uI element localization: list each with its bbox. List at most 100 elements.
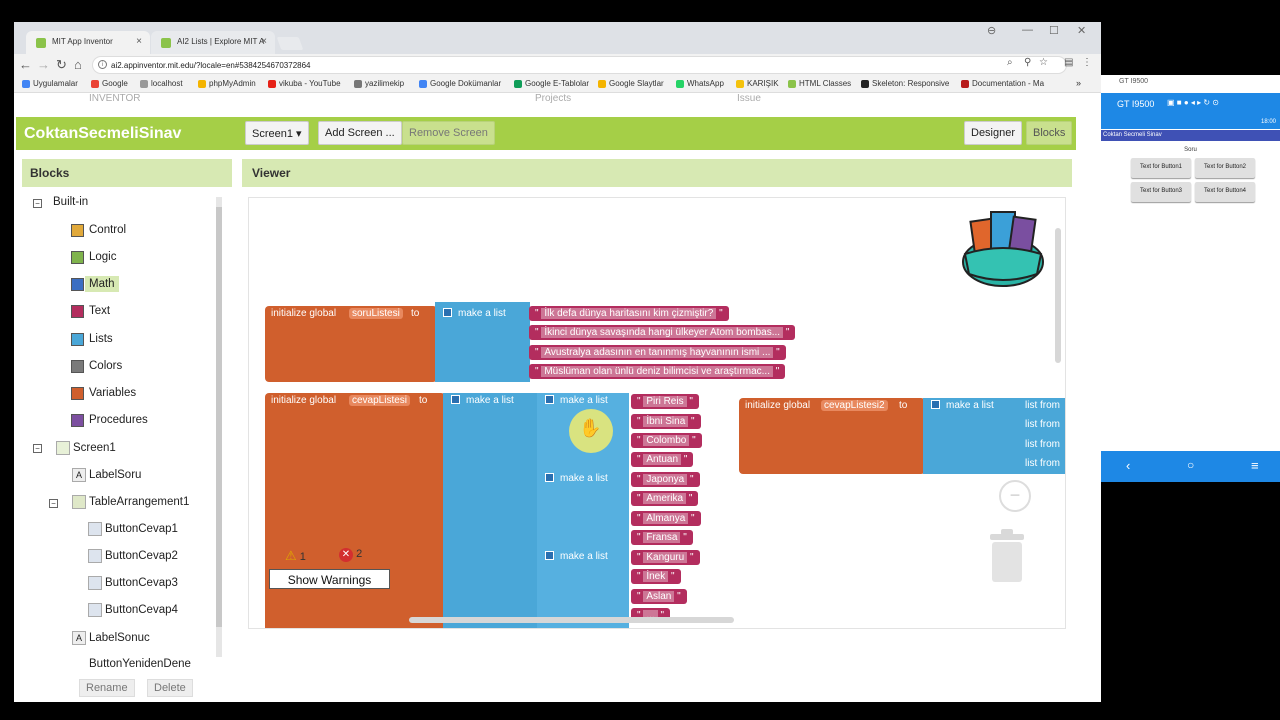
tree-logic[interactable]: Logic — [71, 251, 117, 264]
workspace-vscrollbar[interactable] — [1055, 228, 1061, 363]
bookmark-item[interactable]: Google E-Tablolar — [514, 79, 589, 88]
back-icon[interactable]: ← — [19, 57, 32, 72]
make-list-block[interactable]: make a list — [443, 393, 539, 628]
bookmark-item[interactable]: phpMyAdmin — [198, 79, 256, 88]
answer-text[interactable]: İnek — [643, 571, 669, 582]
forward-icon[interactable]: → — [37, 57, 50, 72]
bookmark-item[interactable]: Google Dokümanlar — [419, 79, 501, 88]
text-block[interactable]: " Amerika " — [631, 491, 699, 506]
star-icon[interactable]: ☆ — [1039, 57, 1048, 68]
tree-labelsonuc[interactable]: A LabelSonuc — [72, 631, 150, 645]
minimize-icon[interactable]: — — [1022, 24, 1033, 36]
text-block[interactable]: " Fransa " — [631, 530, 693, 545]
home-nav-icon[interactable]: ○ — [1187, 458, 1194, 472]
text-block[interactable]: " İnek " — [631, 569, 681, 584]
tab-ai2-lists[interactable]: AI2 Lists | Explore MIT A × — [151, 31, 275, 54]
init-global-cevap-block[interactable]: initialize global cevapListesi to — [265, 393, 445, 628]
tree-builtin[interactable]: Built-in — [53, 196, 88, 208]
extension-icon[interactable]: ▤ — [1064, 57, 1073, 68]
answer-text[interactable]: İbni Sina — [643, 416, 689, 427]
warning-indicator[interactable]: ⚠ 1 — [285, 548, 306, 564]
tree-text[interactable]: Text — [71, 305, 110, 318]
init-global-cevap2-block[interactable]: initialize global cevapListesi2 to — [739, 398, 925, 474]
mutator-gear-icon[interactable] — [545, 551, 554, 560]
bookmark-item[interactable]: Google Slaytlar — [598, 79, 664, 88]
text-block[interactable]: " İlk defa dünya haritasını kim çizmişti… — [529, 306, 729, 321]
answer-button-3[interactable]: Text for Button3 — [1131, 182, 1191, 202]
question-text[interactable]: Müslüman olan ünlü deniz bilimcisi ve ar… — [541, 366, 773, 377]
emulator-controls-icon[interactable]: ▣ ■ ● ◂ ▸ ↻ ⊙ — [1167, 98, 1219, 107]
close-tab-icon[interactable]: × — [136, 36, 142, 47]
var-name-field[interactable]: soruListesi — [349, 308, 403, 319]
more-bookmarks-icon[interactable]: » — [1076, 78, 1081, 88]
mutator-gear-icon[interactable] — [451, 395, 460, 404]
text-block[interactable]: " Aslan " — [631, 589, 687, 604]
tree-screen1[interactable]: Screen1 — [56, 441, 116, 455]
answer-text[interactable]: Colombo — [643, 435, 690, 446]
bookmark-item[interactable]: Documentation - Ma — [961, 79, 1044, 88]
bookmark-item[interactable]: Google — [91, 79, 128, 88]
menu-icon[interactable]: ⋮ — [1082, 57, 1092, 68]
designer-button[interactable]: Designer — [964, 121, 1023, 145]
tree-variables[interactable]: Variables — [71, 387, 136, 400]
text-block[interactable]: " Colombo " — [631, 433, 702, 448]
text-block[interactable]: " Almanya " — [631, 511, 701, 526]
answer-text[interactable]: Kanguru — [643, 552, 688, 563]
tree-math[interactable]: Math — [71, 276, 119, 292]
var-name-field[interactable]: cevapListesi2 — [821, 400, 888, 411]
maximize-icon[interactable]: ☐ — [1049, 24, 1059, 37]
backpack-icon[interactable] — [957, 204, 1047, 290]
mutator-gear-icon[interactable] — [931, 400, 940, 409]
screen-select-button[interactable]: Screen1 ▾ — [245, 121, 309, 145]
text-block[interactable]: " Kanguru " — [631, 550, 700, 565]
tree-lists[interactable]: Lists — [71, 333, 113, 346]
answer-text[interactable]: Aslan — [643, 591, 675, 602]
init-global-soru-block[interactable]: initialize global soruListesi to — [265, 306, 437, 382]
home-icon[interactable]: ⌂ — [74, 57, 82, 72]
bookmark-item[interactable]: Uygulamalar — [22, 79, 78, 88]
question-text[interactable]: İkinci dünya savaşında hangi ülkeyer Ato… — [541, 327, 784, 338]
show-warnings-button[interactable]: Show Warnings — [269, 569, 390, 589]
question-text[interactable]: İlk defa dünya haritasını kim çizmiştir? — [541, 308, 717, 319]
blocks-button[interactable]: Blocks — [1026, 121, 1073, 145]
answer-text[interactable]: Fransa — [643, 532, 681, 543]
make-list-block[interactable]: make a list list from list from list fro… — [923, 398, 1065, 474]
back-nav-icon[interactable]: ‹ — [1126, 458, 1130, 473]
trash-can-icon[interactable] — [987, 528, 1027, 584]
tree-scrollbar[interactable] — [216, 197, 222, 657]
make-list-block[interactable]: make a list — [435, 302, 530, 382]
mutator-gear-icon[interactable] — [545, 395, 554, 404]
tree-control[interactable]: Control — [71, 224, 126, 237]
reload-icon[interactable]: ↻ — [56, 57, 67, 73]
menu-nav-icon[interactable]: ≡ — [1251, 458, 1259, 473]
text-block[interactable]: " Japonya " — [631, 472, 700, 487]
tree-procedures[interactable]: Procedures — [71, 414, 148, 427]
profile-icon[interactable]: ⊖ — [987, 24, 996, 37]
answer-text[interactable]: Amerika — [643, 493, 687, 504]
rename-button[interactable]: Rename — [79, 679, 135, 697]
blocks-workspace[interactable]: initialize global soruListesi to make a … — [248, 197, 1066, 629]
location-icon[interactable]: ⚲ — [1024, 57, 1031, 68]
tree-buttonyenidendene[interactable]: ButtonYenidenDene — [89, 658, 191, 669]
tree-tablearrangement1[interactable]: TableArrangement1 — [72, 495, 189, 509]
answer-button-2[interactable]: Text for Button2 — [1195, 158, 1255, 178]
collapse-table-icon[interactable]: − — [49, 499, 58, 508]
close-window-icon[interactable]: ✕ — [1077, 24, 1086, 37]
answer-button-1[interactable]: Text for Button1 — [1131, 158, 1191, 178]
mutator-gear-icon[interactable] — [545, 473, 554, 482]
text-block[interactable]: " İbni Sina " — [631, 414, 701, 429]
tree-buttoncevap2[interactable]: ButtonCevap2 — [88, 549, 178, 563]
info-icon[interactable]: i — [98, 60, 107, 69]
tree-buttoncevap4[interactable]: ButtonCevap4 — [88, 603, 178, 617]
answer-text[interactable]: Almanya — [643, 513, 689, 524]
answer-text[interactable]: Japonya — [643, 474, 688, 485]
tree-labelsoru[interactable]: A LabelSoru — [72, 468, 141, 482]
text-block[interactable]: " Piri Reis " — [631, 394, 699, 409]
answer-button-4[interactable]: Text for Button4 — [1195, 182, 1255, 202]
collapse-builtin-icon[interactable]: − — [33, 199, 42, 208]
tree-buttoncevap1[interactable]: ButtonCevap1 — [88, 522, 178, 536]
answer-text[interactable]: Piri Reis — [643, 396, 687, 407]
close-tab-icon[interactable]: × — [261, 36, 267, 47]
bookmark-item[interactable]: localhost — [140, 79, 183, 88]
bookmark-item[interactable]: KARIŞIK — [736, 79, 779, 88]
